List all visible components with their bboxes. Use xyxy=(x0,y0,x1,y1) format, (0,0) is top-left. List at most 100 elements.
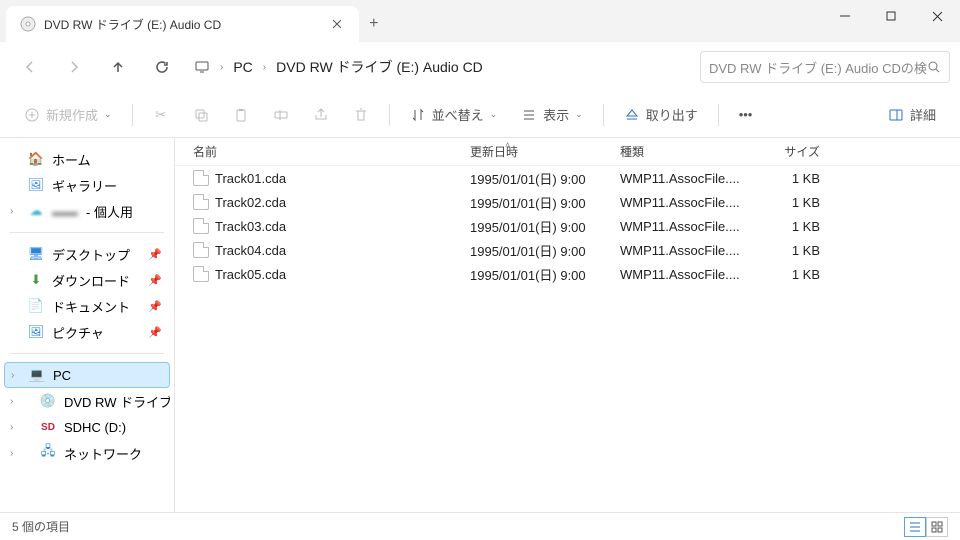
disc-icon: 💿 xyxy=(40,393,56,409)
sidebar-item-sdhc[interactable]: › SD SDHC (D:) xyxy=(4,414,170,440)
copy-icon xyxy=(193,107,209,123)
file-icon xyxy=(193,218,209,234)
file-name: Track03.cda xyxy=(215,219,286,234)
tab-current[interactable]: DVD RW ドライブ (E:) Audio CD xyxy=(6,6,359,42)
back-button[interactable] xyxy=(10,47,50,87)
details-label: 詳細 xyxy=(910,105,936,124)
sidebar-item-label: ダウンロード xyxy=(52,271,130,290)
sidebar-item-onedrive[interactable]: ›☁▬▬ - 個人用 xyxy=(4,198,170,224)
sidebar-item-documents[interactable]: 📄ドキュメント📌 xyxy=(4,293,170,319)
table-row[interactable]: Track01.cda1995/01/01(日) 9:00WMP11.Assoc… xyxy=(175,166,960,190)
network-icon: 🖧 xyxy=(40,445,56,461)
sidebar-item-desktop[interactable]: 🖥デスクトップ📌 xyxy=(4,241,170,267)
trash-icon xyxy=(353,107,369,123)
pin-icon: 📌 xyxy=(148,326,162,339)
file-type: WMP11.AssocFile.... xyxy=(620,195,750,210)
paste-button[interactable] xyxy=(225,103,257,127)
header-name[interactable]: 名前 xyxy=(175,143,470,160)
pin-icon: 📌 xyxy=(148,300,162,313)
new-label: 新規作成 xyxy=(46,105,98,124)
pin-icon: 📌 xyxy=(148,248,162,261)
chevron-down-icon: ⌄ xyxy=(104,109,112,120)
refresh-button[interactable] xyxy=(142,47,182,87)
up-button[interactable] xyxy=(98,47,138,87)
table-row[interactable]: Track04.cda1995/01/01(日) 9:00WMP11.Assoc… xyxy=(175,238,960,262)
sidebar-item-label: SDHC (D:) xyxy=(64,420,126,435)
file-date: 1995/01/01(日) 9:00 xyxy=(470,169,620,188)
sidebar-item-label: ピクチャ xyxy=(52,323,104,342)
file-size: 1 KB xyxy=(750,219,830,234)
sidebar-item-gallery[interactable]: 🖼ギャラリー xyxy=(4,172,170,198)
more-button[interactable]: ••• xyxy=(731,103,761,126)
pictures-icon: 🖼 xyxy=(28,324,44,340)
pc-icon: 💻 xyxy=(29,367,45,383)
chevron-right-icon[interactable]: › xyxy=(10,396,13,407)
sidebar-item-network[interactable]: › 🖧 ネットワーク xyxy=(4,440,170,466)
copy-button[interactable] xyxy=(185,103,217,127)
tab-close-button[interactable] xyxy=(329,16,345,32)
crumb-pc[interactable]: PC xyxy=(233,59,252,75)
file-date: 1995/01/01(日) 9:00 xyxy=(470,241,620,260)
scissors-icon: ✂ xyxy=(153,107,169,123)
forward-button[interactable] xyxy=(54,47,94,87)
home-icon: 🏠 xyxy=(28,151,44,167)
delete-button[interactable] xyxy=(345,103,377,127)
sidebar-item-label: - 個人用 xyxy=(86,202,133,221)
details-pane-icon xyxy=(888,107,904,123)
sd-icon: SD xyxy=(40,419,56,435)
share-button[interactable] xyxy=(305,103,337,127)
header-size[interactable]: サイズ xyxy=(750,143,830,160)
view-label: 表示 xyxy=(543,105,569,124)
search-icon xyxy=(927,60,941,74)
sidebar-item-dvd[interactable]: › 💿 DVD RW ドライブ (E:) A xyxy=(4,388,170,414)
view-button[interactable]: 表示 ⌄ xyxy=(513,101,591,128)
cloud-icon: ☁ xyxy=(28,203,44,219)
sidebar: 🏠ホーム 🖼ギャラリー ›☁▬▬ - 個人用 🖥デスクトップ📌 ⬇ダウンロード📌… xyxy=(0,138,175,512)
details-view-button[interactable] xyxy=(904,517,926,537)
new-button[interactable]: 新規作成 ⌄ xyxy=(16,101,120,128)
divider xyxy=(132,104,133,126)
dots-icon: ••• xyxy=(739,107,753,122)
gallery-icon: 🖼 xyxy=(28,177,44,193)
header-date[interactable]: 更新日時 xyxy=(470,143,620,160)
maximize-button[interactable] xyxy=(868,0,914,32)
chevron-right-icon[interactable]: › xyxy=(11,370,14,381)
sidebar-item-label: DVD RW ドライブ (E:) A xyxy=(64,392,170,411)
chevron-down-icon: ⌄ xyxy=(490,109,498,120)
file-size: 1 KB xyxy=(750,195,830,210)
details-button[interactable]: 詳細 xyxy=(880,101,944,128)
close-window-button[interactable] xyxy=(914,0,960,32)
file-icon xyxy=(193,242,209,258)
chevron-right-icon[interactable]: › xyxy=(10,206,13,217)
disc-icon xyxy=(20,16,36,32)
sort-label: 並べ替え xyxy=(432,105,484,124)
sidebar-item-home[interactable]: 🏠ホーム xyxy=(4,146,170,172)
download-icon: ⬇ xyxy=(28,272,44,288)
breadcrumb[interactable]: › PC › DVD RW ドライブ (E:) Audio CD xyxy=(186,57,696,77)
sidebar-item-pictures[interactable]: 🖼 ピクチャ 📌 xyxy=(4,319,170,345)
rename-button[interactable] xyxy=(265,103,297,127)
crumb-current[interactable]: DVD RW ドライブ (E:) Audio CD xyxy=(276,57,483,77)
new-tab-button[interactable]: + xyxy=(369,6,378,42)
sidebar-item-downloads[interactable]: ⬇ダウンロード📌 xyxy=(4,267,170,293)
table-row[interactable]: Track05.cda1995/01/01(日) 9:00WMP11.Assoc… xyxy=(175,262,960,286)
icons-view-button[interactable] xyxy=(926,517,948,537)
file-icon xyxy=(193,170,209,186)
file-name: Track04.cda xyxy=(215,243,286,258)
eject-button[interactable]: 取り出す xyxy=(616,101,706,128)
sidebar-item-label: ネットワーク xyxy=(64,444,142,463)
table-row[interactable]: Track02.cda1995/01/01(日) 9:00WMP11.Assoc… xyxy=(175,190,960,214)
minimize-button[interactable] xyxy=(822,0,868,32)
search-input[interactable]: DVD RW ドライブ (E:) Audio CDの検 xyxy=(700,51,950,83)
cut-button[interactable]: ✂ xyxy=(145,103,177,127)
sort-button[interactable]: 並べ替え ⌄ xyxy=(402,101,506,128)
table-row[interactable]: Track03.cda1995/01/01(日) 9:00WMP11.Assoc… xyxy=(175,214,960,238)
chevron-right-icon[interactable]: › xyxy=(10,448,13,459)
divider xyxy=(10,232,164,233)
header-type[interactable]: 種類 xyxy=(620,143,750,160)
chevron-right-icon[interactable]: › xyxy=(10,422,13,433)
sidebar-item-pc[interactable]: ›💻PC xyxy=(4,362,170,388)
chevron-down-icon: ⌄ xyxy=(575,109,583,120)
divider xyxy=(718,104,719,126)
file-name: Track05.cda xyxy=(215,267,286,282)
